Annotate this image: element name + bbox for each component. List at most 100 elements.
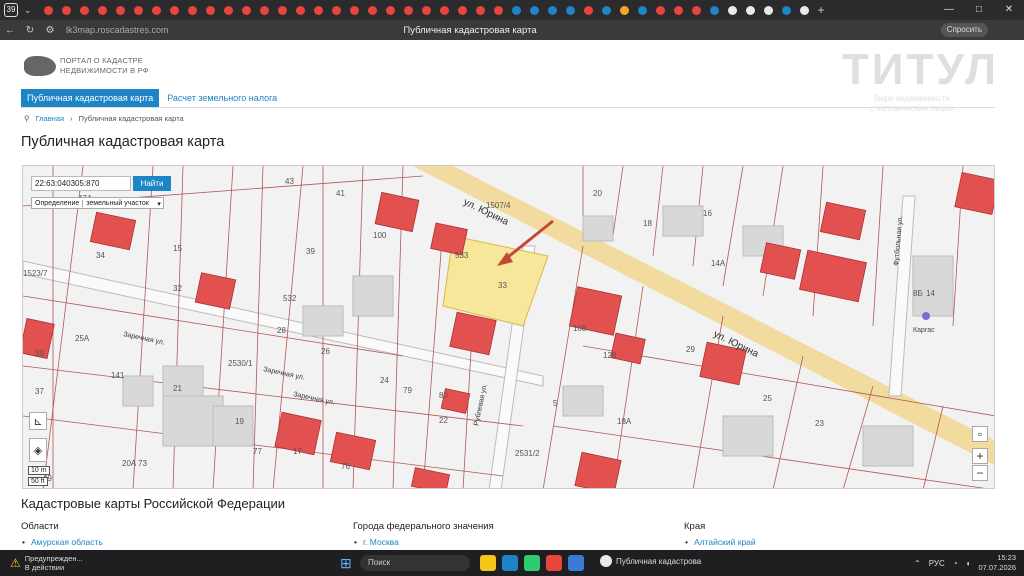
browser-tab-favicon-icon[interactable]	[598, 0, 616, 20]
browser-tab-favicon-icon[interactable]	[166, 0, 184, 20]
pinned-app-icon[interactable]	[524, 555, 540, 571]
clock[interactable]: 15:23 07.07.2026	[978, 553, 1016, 573]
browser-tab-favicon-icon[interactable]	[760, 0, 778, 20]
parcel-number: 128	[603, 351, 617, 360]
building[interactable]	[799, 249, 867, 303]
object-type-select[interactable]: земельный участок	[82, 199, 163, 208]
browser-tab-favicon-icon[interactable]	[634, 0, 652, 20]
breadcrumb-home[interactable]: Главная	[36, 114, 65, 123]
browser-tab-favicon-icon[interactable]	[148, 0, 166, 20]
chevron-up-icon[interactable]: ⌃	[914, 559, 921, 568]
cadastral-map[interactable]: ул. Юрина ул. Юрина Заречная ул. Заречная у…	[22, 165, 995, 489]
building[interactable]	[954, 171, 995, 216]
region-link[interactable]: Амурская область	[21, 537, 103, 547]
pinned-app-icon[interactable]	[546, 555, 562, 571]
browser-tab-favicon-icon[interactable]	[580, 0, 598, 20]
pinned-app-icon[interactable]	[568, 555, 584, 571]
browser-tab-favicon-icon[interactable]	[202, 0, 220, 20]
browser-tab-favicon-icon[interactable]	[508, 0, 526, 20]
browser-tab-favicon-icon[interactable]	[490, 0, 508, 20]
pinned-app-icon[interactable]	[502, 555, 518, 571]
building[interactable]	[374, 191, 420, 233]
browser-tab-favicon-icon[interactable]	[670, 0, 688, 20]
measure-icon[interactable]: ⊾	[29, 412, 47, 430]
building[interactable]	[89, 211, 137, 251]
building[interactable]	[819, 201, 867, 241]
parcel-number: 532	[283, 294, 297, 303]
browser-tab-favicon-icon[interactable]	[418, 0, 436, 20]
browser-tab-favicon-icon[interactable]	[778, 0, 796, 20]
poi-marker-icon[interactable]	[922, 312, 930, 320]
browser-tab-favicon-icon[interactable]	[436, 0, 454, 20]
zoom-in-button[interactable]: +	[972, 448, 988, 464]
parcel-number: 16	[703, 209, 712, 218]
browser-tab-favicon-icon[interactable]	[544, 0, 562, 20]
building[interactable]	[574, 451, 622, 489]
close-icon[interactable]: ✕	[994, 0, 1024, 20]
browser-tab-favicon-icon[interactable]	[562, 0, 580, 20]
active-window-button[interactable]: Публичная кадастрова	[600, 555, 701, 567]
volume-icon[interactable]: ◖	[966, 559, 971, 568]
browser-tab-favicon-icon[interactable]	[112, 0, 130, 20]
browser-tab-favicon-icon[interactable]	[274, 0, 292, 20]
language-indicator[interactable]: РУС	[929, 559, 945, 568]
browser-tab-favicon-icon[interactable]	[742, 0, 760, 20]
browser-tab-favicon-icon[interactable]	[688, 0, 706, 20]
browser-tab-favicon-icon[interactable]	[292, 0, 310, 20]
browser-tab-favicon-icon[interactable]	[346, 0, 364, 20]
browser-tab-favicon-icon[interactable]	[40, 0, 58, 20]
browser-tab-favicon-icon[interactable]	[796, 0, 814, 20]
browser-tab-favicon-icon[interactable]	[238, 0, 256, 20]
browser-tab-favicon-icon[interactable]	[328, 0, 346, 20]
watermark-line2: с человеческим лицом	[869, 104, 954, 113]
browser-tab-favicon-icon[interactable]	[526, 0, 544, 20]
browser-tab-favicon-icon[interactable]	[652, 0, 670, 20]
minimize-icon[interactable]: —	[934, 0, 964, 20]
browser-tab-favicon-icon[interactable]	[616, 0, 634, 20]
site-logo[interactable]: ПОРТАЛ О КАДАСТРЕ НЕДВИЖИМОСТИ В РФ	[24, 56, 149, 76]
taskbar-search[interactable]: Поиск	[360, 555, 470, 571]
browser-tab-favicon-icon[interactable]	[454, 0, 472, 20]
chevron-down-icon[interactable]: ⌄	[24, 5, 32, 16]
browser-tab-favicon-icon[interactable]	[400, 0, 418, 20]
browser-tab-favicon-icon[interactable]	[706, 0, 724, 20]
browser-tab-favicon-icon[interactable]	[130, 0, 148, 20]
browser-tab-favicon-icon[interactable]	[472, 0, 490, 20]
browser-tab-favicon-icon[interactable]	[94, 0, 112, 20]
new-tab-icon[interactable]: +	[818, 3, 825, 17]
browser-tab-favicon-icon[interactable]	[310, 0, 328, 20]
browser-tab-favicon-icon[interactable]	[364, 0, 382, 20]
layers-icon[interactable]: ◈	[29, 438, 47, 462]
browser-tab-favicon-icon[interactable]	[184, 0, 202, 20]
breadcrumb-separator: ›	[70, 114, 73, 123]
fullscreen-icon[interactable]: ▫	[972, 426, 988, 442]
browser-tab-favicon-icon[interactable]	[724, 0, 742, 20]
browser-tab-favicon-icon[interactable]	[256, 0, 274, 20]
pinned-app-icon[interactable]	[480, 555, 496, 571]
browser-tab-favicon-icon[interactable]	[220, 0, 238, 20]
parcel-boundary	[652, 166, 664, 257]
regions-column-oblasts: Области Амурская область	[21, 521, 103, 547]
page-title: Публичная кадастровая карта	[21, 134, 225, 150]
browser-tab-favicon-icon[interactable]	[382, 0, 400, 20]
nav-cadastral-map[interactable]: Публичная кадастровая карта	[21, 89, 160, 107]
find-button[interactable]: Найти	[133, 176, 171, 191]
map-canvas[interactable]: ул. Юринаул. ЮринаЗаречная ул.Заречная у…	[23, 166, 995, 489]
weather-warning[interactable]: ⚠ Предупрежден... В действии	[10, 554, 83, 572]
zoom-out-button[interactable]: −	[972, 465, 988, 481]
building[interactable]	[410, 467, 451, 489]
maximize-icon[interactable]: □	[964, 0, 994, 20]
browser-tab-favicon-icon[interactable]	[58, 0, 76, 20]
region-link[interactable]: Алтайский край	[684, 537, 756, 547]
building[interactable]	[329, 431, 377, 471]
nav-land-tax[interactable]: Расчет земельного налога	[167, 93, 277, 103]
building[interactable]	[449, 311, 497, 356]
windows-start-icon[interactable]: ⊞	[340, 555, 352, 572]
region-link[interactable]: г. Москва	[353, 537, 494, 547]
ask-button[interactable]: Спросить	[940, 23, 988, 37]
wifi-icon[interactable]: ◔	[953, 559, 958, 568]
parcel-number: 14	[926, 289, 935, 298]
browser-tab-favicon-icon[interactable]	[76, 0, 94, 20]
tab-count[interactable]: 39	[4, 3, 18, 17]
cadastral-number-input[interactable]	[31, 176, 131, 191]
